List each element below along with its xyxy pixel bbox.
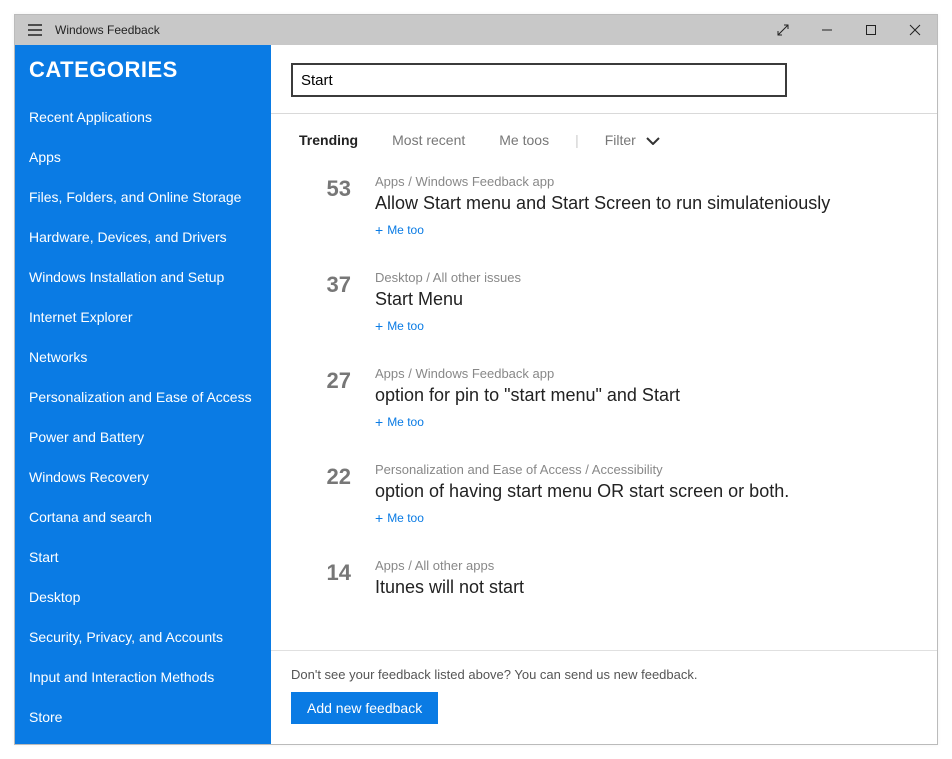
sidebar-header: CATEGORIES <box>15 45 271 97</box>
feedback-item[interactable]: 53 Apps / Windows Feedback app Allow Start… <box>299 160 925 256</box>
feedback-title: Start Menu <box>375 289 925 310</box>
window-title: Windows Feedback <box>55 23 160 37</box>
feedback-count: 22 <box>299 462 351 526</box>
feedback-category: Apps / Windows Feedback app <box>375 366 925 381</box>
feedback-item[interactable]: 22 Personalization and Ease of Access / A… <box>299 448 925 544</box>
filter-divider: | <box>575 132 579 148</box>
minimize-icon <box>821 24 833 36</box>
me-too-label: Me too <box>387 319 424 333</box>
feedback-category: Apps / All other apps <box>375 558 925 573</box>
feedback-count: 14 <box>299 558 351 606</box>
chevron-down-icon <box>646 132 660 148</box>
footer: Don't see your feedback listed above? Yo… <box>271 650 937 744</box>
feedback-title: option for pin to "start menu" and Start <box>375 385 925 406</box>
sidebar-item[interactable]: Files, Folders, and Online Storage <box>15 177 271 217</box>
feedback-item[interactable]: 37 Desktop / All other issues Start Menu + M… <box>299 256 925 352</box>
plus-icon: + <box>375 222 383 238</box>
feedback-count: 53 <box>299 174 351 238</box>
filter-bar: Trending Most recent Me toos | Filter <box>271 114 937 160</box>
me-too-button[interactable]: + Me too <box>375 318 925 334</box>
feedback-category: Desktop / All other issues <box>375 270 925 285</box>
sidebar-item[interactable]: Networks <box>15 337 271 377</box>
expand-button[interactable] <box>761 15 805 45</box>
me-too-button[interactable]: + Me too <box>375 222 925 238</box>
sidebar-item[interactable]: Apps <box>15 137 271 177</box>
plus-icon: + <box>375 414 383 430</box>
sidebar-items: Recent ApplicationsAppsFiles, Folders, a… <box>15 97 271 744</box>
hamburger-icon <box>28 24 42 36</box>
me-too-label: Me too <box>387 415 424 429</box>
sidebar-item[interactable]: Hardware, Devices, and Drivers <box>15 217 271 257</box>
categories-sidebar: CATEGORIES Recent ApplicationsAppsFiles,… <box>15 45 271 744</box>
title-bar: Windows Feedback <box>15 15 937 45</box>
plus-icon: + <box>375 318 383 334</box>
filter-label: Filter <box>605 132 636 148</box>
app-window: Windows Feedback CATEGORIES Recent Appli… <box>14 14 938 745</box>
search-input[interactable] <box>291 63 787 97</box>
sidebar-item[interactable]: Cortana and search <box>15 497 271 537</box>
plus-icon: + <box>375 510 383 526</box>
sidebar-item[interactable]: Store <box>15 697 271 737</box>
maximize-button[interactable] <box>849 15 893 45</box>
sidebar-item[interactable]: Internet Explorer <box>15 297 271 337</box>
feedback-list[interactable]: 53 Apps / Windows Feedback app Allow Start… <box>271 160 937 650</box>
sidebar-item[interactable]: Desktop <box>15 577 271 617</box>
feedback-count: 27 <box>299 366 351 430</box>
minimize-button[interactable] <box>805 15 849 45</box>
hamburger-menu-button[interactable] <box>15 24 55 36</box>
sidebar-item[interactable]: Recent Applications <box>15 97 271 137</box>
add-new-feedback-button[interactable]: Add new feedback <box>291 692 438 724</box>
me-too-button[interactable]: + Me too <box>375 510 925 526</box>
main-panel: Trending Most recent Me toos | Filter 53… <box>271 45 937 744</box>
close-icon <box>909 24 921 36</box>
feedback-title: Allow Start menu and Start Screen to run… <box>375 193 925 214</box>
sidebar-item[interactable]: Windows Recovery <box>15 457 271 497</box>
feedback-category: Apps / Windows Feedback app <box>375 174 925 189</box>
sidebar-item[interactable]: Power and Battery <box>15 417 271 457</box>
feedback-title: option of having start menu OR start scr… <box>375 481 925 502</box>
feedback-count: 37 <box>299 270 351 334</box>
me-too-label: Me too <box>387 223 424 237</box>
maximize-icon <box>865 24 877 36</box>
tab-most-recent[interactable]: Most recent <box>392 132 465 148</box>
sidebar-item[interactable]: Input and Interaction Methods <box>15 657 271 697</box>
footer-prompt: Don't see your feedback listed above? Yo… <box>291 667 917 682</box>
sidebar-item[interactable]: Security, Privacy, and Accounts <box>15 617 271 657</box>
sidebar-item[interactable]: Personalization and Ease of Access <box>15 377 271 417</box>
close-button[interactable] <box>893 15 937 45</box>
feedback-item[interactable]: 14 Apps / All other apps Itunes will not s… <box>299 544 925 624</box>
window-controls <box>761 15 937 45</box>
sidebar-item[interactable]: Start <box>15 537 271 577</box>
me-too-label: Me too <box>387 511 424 525</box>
feedback-item[interactable]: 27 Apps / Windows Feedback app option for … <box>299 352 925 448</box>
search-area <box>271 45 937 114</box>
expand-icon <box>777 24 789 36</box>
tab-me-toos[interactable]: Me toos <box>499 132 549 148</box>
filter-dropdown[interactable]: Filter <box>605 132 660 148</box>
me-too-button[interactable]: + Me too <box>375 414 925 430</box>
tab-trending[interactable]: Trending <box>299 132 358 148</box>
feedback-category: Personalization and Ease of Access / Acc… <box>375 462 925 477</box>
feedback-title: Itunes will not start <box>375 577 925 598</box>
sidebar-item[interactable]: Windows Installation and Setup <box>15 257 271 297</box>
